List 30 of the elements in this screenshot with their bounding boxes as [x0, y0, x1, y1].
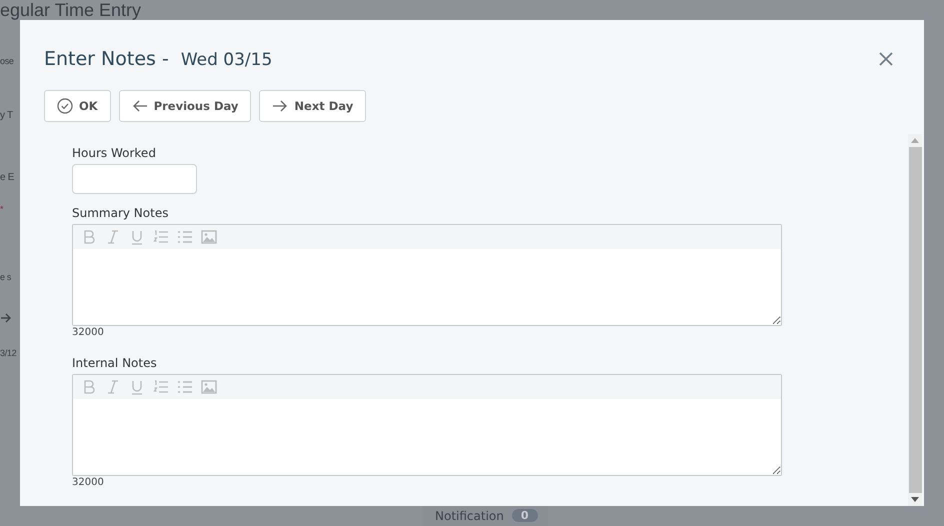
arrow-right-icon [272, 99, 288, 113]
background-text: e s [0, 272, 12, 282]
character-counter: 32000 [72, 477, 104, 488]
close-icon[interactable] [879, 52, 893, 66]
field-label: Internal Notes [72, 356, 157, 370]
scroll-down-icon[interactable] [911, 497, 919, 502]
arrow-right-icon [1, 312, 11, 324]
check-circle-icon [57, 98, 73, 114]
scrollbar[interactable] [908, 134, 922, 506]
dialog-title: Enter Notes - [44, 48, 169, 70]
character-counter: 32000 [72, 327, 104, 338]
next-day-button[interactable]: Next Day [259, 90, 366, 122]
rich-text-editor[interactable] [72, 374, 782, 476]
arrow-left-icon [132, 99, 148, 113]
scroll-up-icon[interactable] [911, 138, 919, 143]
dialog-date: Wed 03/15 [180, 50, 272, 70]
required-mark: * [0, 204, 4, 214]
notification-label: Notification [435, 508, 504, 522]
background-text: y T [0, 110, 13, 121]
background-text: e E [0, 172, 14, 183]
ok-button[interactable]: OK [44, 90, 111, 122]
background-text: 3/12 [0, 348, 16, 358]
previous-day-button[interactable]: Previous Day [118, 90, 252, 122]
notification-count: 0 [512, 509, 538, 522]
field-label: Summary Notes [72, 206, 168, 220]
hours-input[interactable] [72, 164, 197, 194]
background-text: ose [0, 56, 14, 66]
rich-text-editor[interactable] [72, 224, 782, 326]
page-title: egular Time Entry [0, 0, 142, 21]
field-label: Hours Worked [72, 146, 156, 160]
